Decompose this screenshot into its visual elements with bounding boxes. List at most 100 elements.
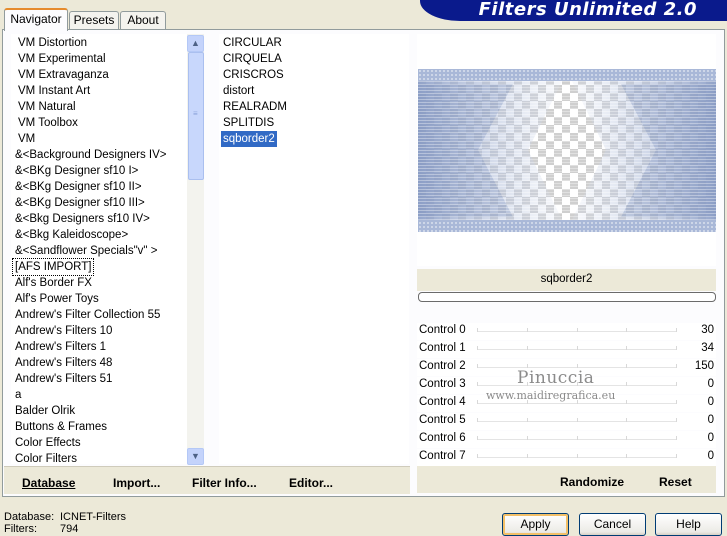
control-track[interactable]: [477, 328, 677, 332]
control-value: 0: [707, 378, 714, 390]
control-slider[interactable]: Control 7 0: [417, 449, 716, 466]
control-tick: [477, 436, 478, 440]
editor-button[interactable]: Editor...: [289, 476, 333, 490]
control-tick: [626, 418, 628, 422]
tab-about[interactable]: About: [120, 11, 166, 29]
filter-info-button[interactable]: Filter Info...: [192, 476, 257, 490]
control-tick: [626, 454, 628, 458]
control-tick: [576, 418, 578, 422]
category-item[interactable]: Andrew's Filters 48: [13, 355, 114, 371]
category-item[interactable]: &<BKg Designer sf10 I>: [13, 163, 140, 179]
category-item[interactable]: &<Background Designers IV>: [13, 147, 169, 163]
control-track[interactable]: [477, 454, 677, 458]
status-filters-label: Filters:: [4, 523, 37, 535]
category-item[interactable]: VM Experimental: [16, 51, 108, 67]
category-item[interactable]: &<BKg Designer sf10 II>: [13, 179, 144, 195]
apply-button[interactable]: Apply: [502, 513, 569, 536]
control-tick: [477, 382, 478, 386]
control-name: Control 6: [419, 432, 466, 444]
control-tick: [477, 346, 478, 350]
control-tick: [477, 454, 478, 458]
control-tick: [576, 346, 578, 350]
category-item[interactable]: VM: [16, 131, 37, 147]
control-tick: [626, 328, 628, 332]
category-list[interactable]: VM Distortion VM Experimental VM Extravaga…: [11, 34, 187, 464]
control-tick: [626, 436, 628, 440]
category-item[interactable]: Andrew's Filters 51: [13, 371, 114, 387]
category-item[interactable]: Balder Olrik: [13, 403, 77, 419]
control-name: Control 7: [419, 450, 466, 462]
scroll-up-icon[interactable]: ▲: [187, 35, 204, 52]
category-item[interactable]: Andrew's Filters 10: [13, 323, 114, 339]
filter-item[interactable]: REALRADM: [221, 99, 289, 115]
title-banner: Filters Unlimited 2.0: [420, 0, 727, 21]
control-slider[interactable]: Control 5 0: [417, 413, 716, 430]
control-slider[interactable]: Control 0 30: [417, 323, 716, 340]
control-name: Control 2: [419, 360, 466, 372]
control-value: 0: [707, 414, 714, 426]
import-button[interactable]: Import...: [113, 476, 160, 490]
filter-item[interactable]: CIRCULAR: [221, 35, 284, 51]
watermark-name: Pinuccia: [517, 368, 595, 388]
reset-button[interactable]: Reset: [659, 475, 692, 489]
category-item[interactable]: Alf's Power Toys: [13, 291, 101, 307]
category-item[interactable]: Andrew's Filters 1: [13, 339, 108, 355]
control-value: 0: [707, 396, 714, 408]
right-button-bar: Randomize Reset: [417, 466, 716, 493]
control-slider[interactable]: Control 6 0: [417, 431, 716, 448]
category-item[interactable]: VM Natural: [16, 99, 78, 115]
category-item[interactable]: VM Distortion: [16, 35, 89, 51]
filter-item[interactable]: CIRQUELA: [221, 51, 284, 67]
preview-image: [418, 69, 716, 232]
status-database-label: Database:: [4, 511, 55, 523]
category-item[interactable]: Andrew's Filter Collection 55: [13, 307, 162, 323]
category-item[interactable]: Color Filters: [13, 451, 79, 464]
category-item[interactable]: VM Extravaganza: [16, 67, 111, 83]
control-tick: [477, 364, 478, 368]
scroll-thumb[interactable]: ≡: [188, 52, 204, 180]
control-slider[interactable]: Control 1 34: [417, 341, 716, 358]
filter-list[interactable]: CIRCULAR CIRQUELA CRISCROS distort REALRADM S…: [219, 34, 409, 464]
watermark-url: www.maidiregrafica.eu: [486, 389, 616, 402]
control-value: 30: [701, 324, 714, 336]
randomize-button[interactable]: Randomize: [560, 475, 624, 489]
category-item[interactable]: [AFS IMPORT]: [11, 258, 95, 276]
category-item[interactable]: Buttons & Frames: [13, 419, 109, 435]
category-item[interactable]: &<BKg Designer sf10 III>: [13, 195, 147, 211]
category-item[interactable]: &<Bkg Kaleidoscope>: [13, 227, 130, 243]
category-item[interactable]: VM Toolbox: [16, 115, 80, 131]
category-scrollbar[interactable]: ▲ ≡ ▼: [187, 34, 204, 465]
control-tick: [626, 346, 628, 350]
control-track[interactable]: [477, 400, 677, 404]
tab-presets[interactable]: Presets: [69, 11, 119, 29]
filter-item[interactable]: sqborder2: [221, 131, 277, 147]
control-track[interactable]: [477, 436, 677, 440]
control-value: 0: [707, 432, 714, 444]
control-track[interactable]: [477, 418, 677, 422]
scroll-down-icon[interactable]: ▼: [187, 448, 204, 465]
database-button-label: Database: [22, 476, 76, 490]
filter-item[interactable]: CRISCROS: [221, 67, 286, 83]
control-tick: [477, 400, 478, 404]
category-item[interactable]: &<Bkg Designers sf10 IV>: [13, 211, 152, 227]
grip-icon: ≡: [193, 109, 198, 118]
database-button[interactable]: Database: [22, 476, 75, 490]
control-tick: [676, 346, 677, 350]
category-item[interactable]: Color Effects: [13, 435, 83, 451]
control-track[interactable]: [477, 346, 677, 350]
control-tick: [626, 364, 628, 368]
help-button[interactable]: Help: [655, 513, 722, 536]
category-item[interactable]: &<Sandflower Specials"v" >: [13, 243, 159, 259]
tab-navigator[interactable]: Navigator: [4, 8, 68, 31]
control-value: 150: [694, 360, 714, 372]
category-item[interactable]: a: [13, 387, 23, 403]
filter-item[interactable]: SPLITDIS: [221, 115, 276, 131]
filter-item[interactable]: distort: [221, 83, 256, 99]
status-database-value: ICNET-Filters: [60, 511, 126, 523]
category-item[interactable]: Alf's Border FX: [13, 275, 94, 291]
control-name: Control 3: [419, 378, 466, 390]
status-filters-value: 794: [60, 523, 79, 535]
cancel-button[interactable]: Cancel: [579, 513, 646, 536]
control-tick: [676, 400, 677, 404]
category-item[interactable]: VM Instant Art: [16, 83, 92, 99]
